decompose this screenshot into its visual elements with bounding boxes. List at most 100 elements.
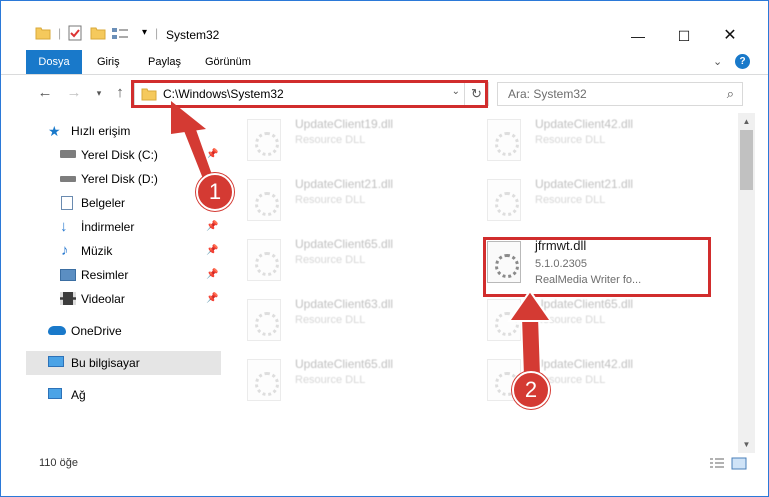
vertical-scrollbar[interactable]: ▲ ▼ <box>738 113 755 453</box>
file-type: Resource DLL <box>295 374 366 386</box>
file-item[interactable]: UpdateClient65.dll Resource DLL <box>473 293 703 349</box>
pin-icon[interactable]: 📌 <box>206 263 218 287</box>
file-item[interactable]: UpdateClient65.dll Resource DLL <box>233 233 463 289</box>
file-item-jfrmwt[interactable]: jfrmwt.dll 5.1.0.2305 RealMedia Writer f… <box>473 235 703 291</box>
file-list: UpdateClient19.dll Resource DLL UpdateCl… <box>233 113 738 453</box>
navigation-pane: ★ Hızlı erişim Yerel Disk (C:) 📌 Yerel D… <box>26 113 221 448</box>
back-button[interactable]: ← <box>35 83 55 103</box>
tab-view[interactable]: Görünüm <box>195 50 261 74</box>
sidebar-item-label: Videolar <box>81 292 125 306</box>
sidebar-item-documents[interactable]: Belgeler 📌 <box>26 191 221 215</box>
file-type: Resource DLL <box>295 194 366 206</box>
file-type: Resource DLL <box>295 134 366 146</box>
item-count: 110 öğe <box>39 457 78 469</box>
dll-file-icon <box>247 299 281 341</box>
help-icon[interactable]: ? <box>735 54 750 69</box>
sidebar-item-label: İndirmeler <box>81 220 135 234</box>
ribbon-tabs: Dosya Giriş Paylaş Görünüm ⌄ ? <box>1 50 768 75</box>
tab-share[interactable]: Paylaş <box>138 50 191 74</box>
sidebar-item-local-disk-c[interactable]: Yerel Disk (C:) 📌 <box>26 143 221 167</box>
folder-icon[interactable] <box>35 25 51 41</box>
recent-locations-button[interactable]: ▾ <box>89 83 109 103</box>
pin-icon[interactable]: 📌 <box>206 143 218 167</box>
close-button[interactable]: ✕ <box>707 23 753 49</box>
dll-file-icon <box>247 239 281 281</box>
file-type: Resource DLL <box>535 134 606 146</box>
sidebar-item-label: Hızlı erişim <box>71 124 131 138</box>
file-name: UpdateClient42.dll <box>535 117 634 131</box>
file-item[interactable]: UpdateClient21.dll Resource DLL <box>233 173 463 229</box>
sidebar-item-label: Yerel Disk (C:) <box>81 148 158 162</box>
sidebar-item-this-pc[interactable]: Bu bilgisayar <box>26 351 221 375</box>
up-button[interactable]: ↑ <box>110 83 130 103</box>
download-icon: ↓ <box>60 218 68 235</box>
arrow-up-icon: ↑ <box>116 84 124 101</box>
close-icon: ✕ <box>723 27 737 44</box>
dll-file-icon <box>487 179 521 221</box>
pin-icon[interactable]: 📌 <box>206 215 218 239</box>
minimize-button[interactable]: — <box>615 23 661 49</box>
scroll-thumb[interactable] <box>740 130 753 190</box>
properties-icon[interactable] <box>67 25 83 41</box>
file-name: UpdateClient42.dll <box>535 357 634 371</box>
window-title: System32 <box>166 28 220 42</box>
tab-home[interactable]: Giriş <box>87 50 130 74</box>
videos-icon <box>60 292 76 305</box>
file-name: UpdateClient21.dll <box>295 177 394 191</box>
sidebar-item-label: Müzik <box>81 244 113 258</box>
sidebar-item-onedrive[interactable]: OneDrive <box>26 319 221 343</box>
file-item[interactable]: UpdateClient19.dll Resource DLL <box>233 113 463 169</box>
customize-toolbar-icon[interactable]: ▾ <box>142 27 147 38</box>
pin-icon[interactable]: 📌 <box>206 287 218 311</box>
arrow-right-icon: → <box>66 84 82 101</box>
dll-file-icon <box>487 119 521 161</box>
file-description: RealMedia Writer fo... <box>535 274 642 286</box>
file-item[interactable]: UpdateClient21.dll Resource DLL <box>473 173 703 229</box>
large-icons-view-icon[interactable] <box>731 457 747 470</box>
title-bar: | ▾ | System32 — ☐ ✕ <box>1 1 768 47</box>
file-item[interactable]: UpdateClient63.dll Resource DLL <box>233 293 463 349</box>
file-name: UpdateClient65.dll <box>295 237 394 251</box>
documents-icon <box>61 196 73 210</box>
star-icon: ★ <box>48 123 61 139</box>
search-box[interactable]: Ara: System32 ⌕ <box>497 82 743 106</box>
minimize-icon: — <box>631 28 645 44</box>
tab-file[interactable]: Dosya <box>26 50 82 74</box>
sidebar-item-label: Bu bilgisayar <box>71 356 140 370</box>
sidebar-item-network[interactable]: Ağ <box>26 383 221 407</box>
drive-icon <box>60 176 76 182</box>
scroll-down-icon[interactable]: ▼ <box>738 436 755 453</box>
search-placeholder: Ara: System32 <box>508 87 587 101</box>
file-item[interactable]: UpdateClient42.dll Resource DLL <box>473 353 703 409</box>
sidebar-item-downloads[interactable]: ↓ İndirmeler 📌 <box>26 215 221 239</box>
sidebar-item-videos[interactable]: Videolar 📌 <box>26 287 221 311</box>
computer-icon <box>48 356 64 367</box>
forward-button[interactable]: → <box>64 83 84 103</box>
dll-file-icon <box>247 359 281 401</box>
cloud-icon <box>48 326 66 335</box>
sidebar-item-quick-access[interactable]: ★ Hızlı erişim <box>26 119 221 143</box>
maximize-icon: ☐ <box>677 28 691 44</box>
new-folder-icon[interactable] <box>90 25 106 41</box>
file-type: Resource DLL <box>295 314 366 326</box>
sidebar-item-label: OneDrive <box>71 324 122 338</box>
file-item[interactable]: UpdateClient42.dll Resource DLL <box>473 113 703 169</box>
view-options-icon[interactable] <box>111 26 129 42</box>
callout-1: 1 <box>196 173 234 211</box>
network-icon <box>48 388 62 399</box>
sidebar-item-pictures[interactable]: Resimler 📌 <box>26 263 221 287</box>
pin-icon[interactable]: 📌 <box>206 239 218 263</box>
file-name: UpdateClient63.dll <box>295 297 394 311</box>
pictures-icon <box>60 269 76 281</box>
title-separator: | <box>155 26 159 40</box>
file-item[interactable]: UpdateClient65.dll Resource DLL <box>233 353 463 409</box>
sidebar-item-local-disk-d[interactable]: Yerel Disk (D:) 📌 <box>26 167 221 191</box>
ribbon-expand-icon[interactable]: ⌄ <box>713 55 722 68</box>
sidebar-item-label: Resimler <box>81 268 129 282</box>
details-view-icon[interactable] <box>709 457 725 470</box>
scroll-up-icon[interactable]: ▲ <box>738 113 755 130</box>
maximize-button[interactable]: ☐ <box>661 23 707 49</box>
explorer-window: | ▾ | System32 — ☐ ✕ Dosya Giriş Paylaş … <box>0 0 769 497</box>
file-name: UpdateClient65.dll <box>295 357 394 371</box>
sidebar-item-music[interactable]: ♪ Müzik 📌 <box>26 239 221 263</box>
